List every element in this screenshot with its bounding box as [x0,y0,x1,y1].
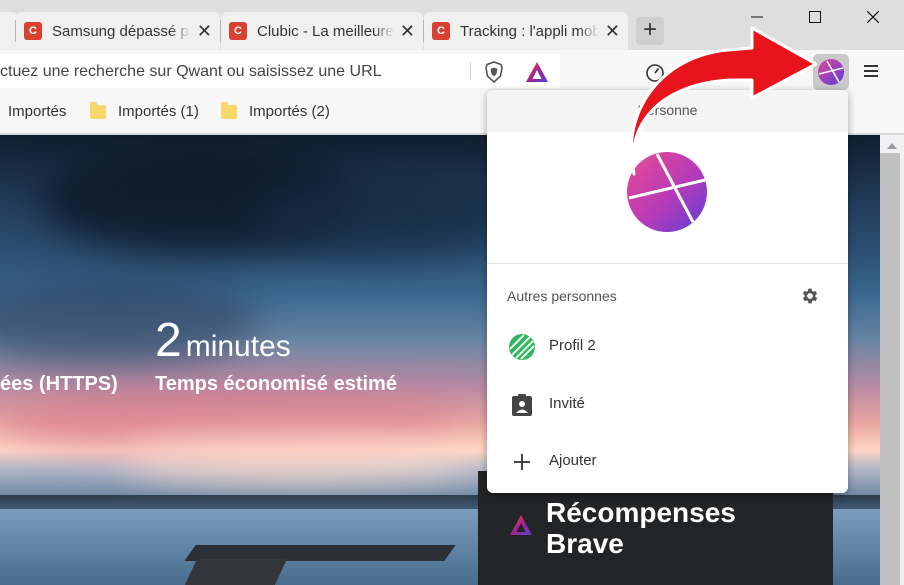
profile-item-label: Profil 2 [549,337,596,354]
scroll-up-arrow-icon[interactable] [887,143,897,149]
maximize-button[interactable] [792,0,838,34]
other-people-heading: Autres personnes [507,288,617,304]
bookmark-label: Importés [8,103,67,120]
speedreader-icon[interactable] [644,61,666,83]
popup-divider [487,263,848,264]
background-cloud [120,435,480,485]
minimize-icon [751,16,763,18]
popup-header-title: Personne [637,102,698,118]
time-saved-value: 2 [155,314,182,367]
toolbar: ctuez une recherche sur Qwant ou saisiss… [0,50,904,92]
background-cloud [250,175,510,255]
bookmark-folder[interactable]: Importés (1) [90,101,199,120]
tab-title: Tracking : l'appli mobile [460,22,599,40]
bookmark-label: Importés (2) [249,103,330,120]
close-icon [867,11,879,23]
clubic-favicon-icon: C [24,22,42,40]
time-saved-unit: minutes [185,330,291,363]
profile-avatar-icon [818,59,844,85]
profile-menu-popup: Personne Autres personnes Profil 2 Invit… [487,90,848,493]
browser-window: ✕ C Samsung dépassé par ✕ C Clubic - La … [0,0,904,585]
current-profile-avatar-icon[interactable] [627,152,707,232]
profile-item-label: Ajouter [549,452,597,469]
brave-shields-icon[interactable] [482,60,506,84]
tab-title: Samsung dépassé par [52,22,191,40]
scrollbar-thumb[interactable] [880,153,900,585]
clubic-favicon-icon: C [432,22,450,40]
time-saved-stat: 2 minutes [155,313,291,368]
address-bar-divider [470,62,471,80]
folder-icon [90,101,106,119]
bookmark-folder[interactable]: Importés [8,103,66,120]
https-upgrades-label: ées (HTTPS) [0,373,118,395]
profile-item-guest[interactable]: Invité [487,378,848,430]
profile-item-add[interactable]: Ajouter [487,435,848,487]
brave-rewards-icon[interactable] [524,60,550,84]
tab-close-icon[interactable]: ✕ [400,21,415,42]
minimize-button[interactable] [734,0,780,34]
profile-item-label: Invité [549,395,585,412]
add-icon [509,449,535,475]
brave-rewards-icon [510,515,532,535]
bookmark-label: Importés (1) [118,103,199,120]
close-window-button[interactable] [850,0,896,34]
time-saved-label: Temps économisé estimé [155,373,397,395]
new-tab-button[interactable]: + [636,17,664,45]
folder-icon [221,101,237,119]
tab-tracking[interactable]: C Tracking : l'appli mobile ✕ [424,12,628,50]
popup-header: Personne [487,90,848,132]
profile-avatar-button[interactable] [813,54,849,90]
bookmark-folder[interactable]: Importés (2) [221,101,330,120]
tab-clubic[interactable]: C Clubic - La meilleure ✕ [221,12,423,50]
tab-close-icon[interactable]: ✕ [197,21,212,42]
gear-icon[interactable] [800,286,820,306]
tab-strip: ✕ C Samsung dépassé par ✕ C Clubic - La … [0,0,904,50]
guest-icon [509,392,535,418]
maximize-icon [809,11,821,23]
address-bar[interactable]: ctuez une recherche sur Qwant ou saisiss… [0,54,560,88]
rewards-title: Récompenses Brave [546,497,736,559]
dock [183,559,287,585]
hamburger-menu-icon[interactable] [864,62,878,80]
tab-close-icon[interactable]: ✕ [605,21,620,42]
tab-title: Clubic - La meilleure [257,22,394,40]
page-scrollbar[interactable] [880,135,904,585]
tab-samsung[interactable]: C Samsung dépassé par ✕ [16,12,220,50]
profile-2-avatar-icon [509,334,535,360]
address-bar-placeholder: ctuez une recherche sur Qwant ou saisiss… [0,63,382,80]
profile-item-profil-2[interactable]: Profil 2 [487,320,848,372]
clubic-favicon-icon: C [229,22,247,40]
